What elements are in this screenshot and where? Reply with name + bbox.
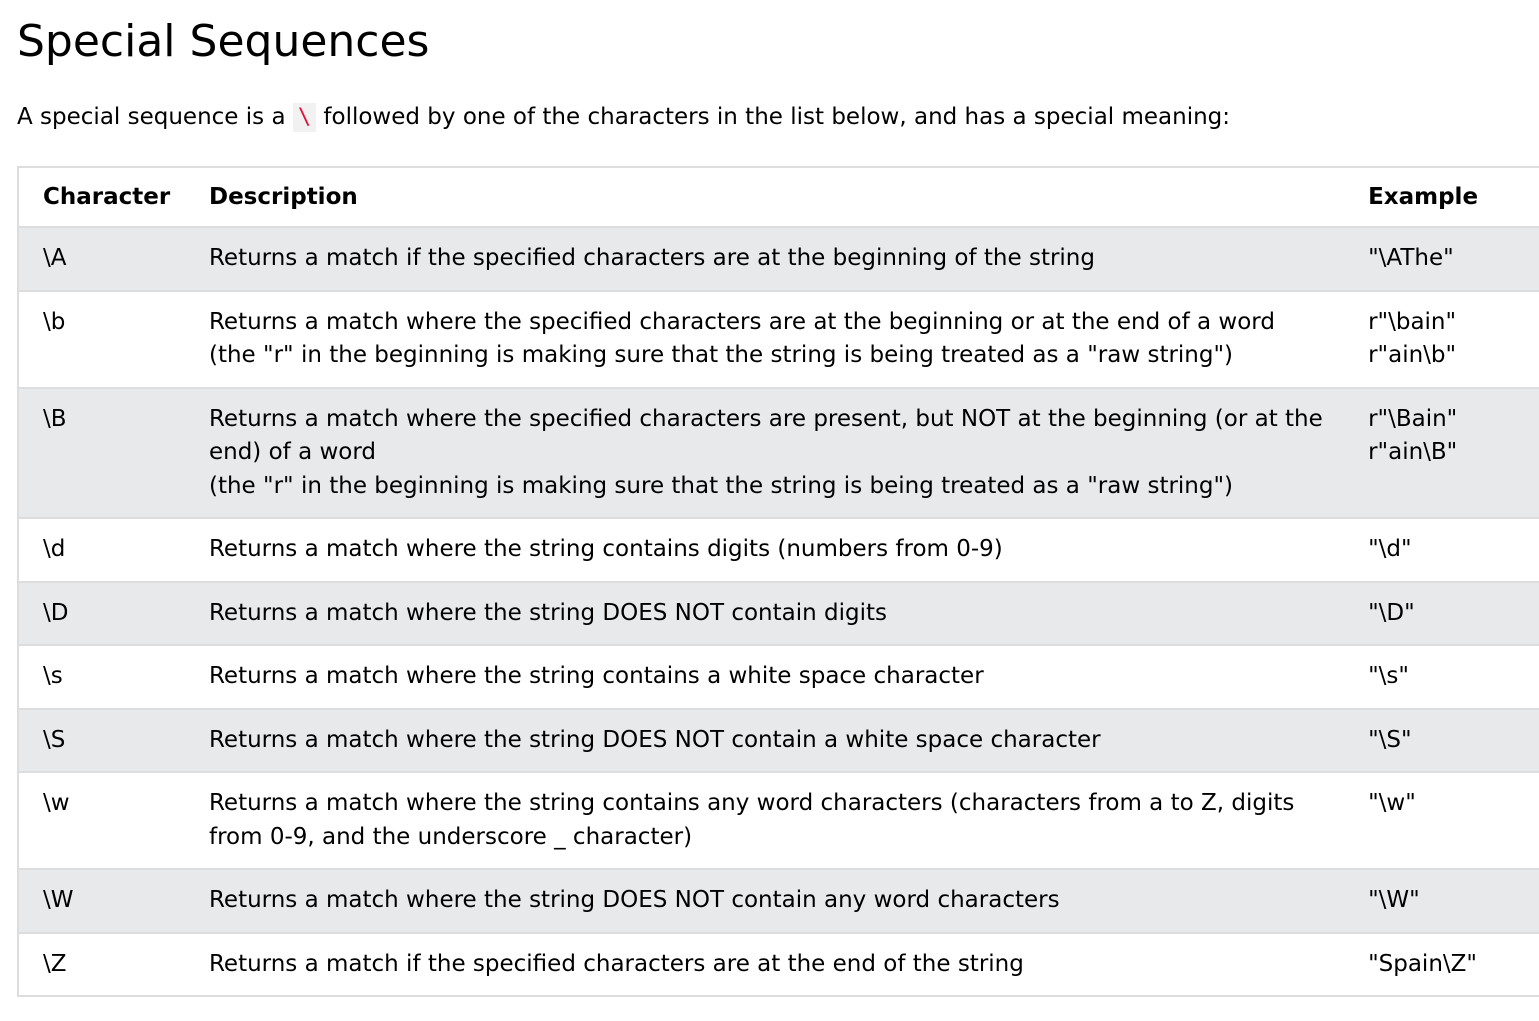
table-row: \W Returns a match where the string DOES …: [18, 869, 1539, 933]
table-body: \A Returns a match if the specified chara…: [18, 227, 1539, 996]
example-line: r"ain\b": [1368, 342, 1457, 368]
description-line: Returns a match where the string contain…: [208, 536, 1003, 562]
cell-character: \A: [43, 245, 67, 271]
cell-example: "\d": [1344, 518, 1539, 582]
example-line: "\AThe": [1368, 245, 1454, 271]
cell-character: \W: [43, 887, 74, 913]
description-line: Returns a match where the string DOES NO…: [208, 726, 1101, 753]
example-line: "\d": [1368, 536, 1412, 562]
cell-example: "\s": [1344, 645, 1539, 709]
cell-description: Returns a match where the string DOES NO…: [185, 582, 1344, 646]
description-line: Returns a match where the string DOES NO…: [208, 599, 887, 626]
table-row: \s Returns a match where the string conta…: [18, 645, 1539, 709]
cell-description: Returns a match where the specified char…: [185, 291, 1344, 388]
table-row: \b Returns a match where the specified ch…: [18, 290, 1539, 388]
description-line: (the "r" in the beginning is making sure…: [208, 472, 1234, 499]
description-line: Returns a match if the specified charact…: [208, 245, 1095, 271]
cell-description: Returns a match where the string contain…: [185, 772, 1344, 869]
example-line: "\s": [1368, 663, 1409, 689]
cell-example: "\W": [1344, 869, 1539, 933]
intro-text-after: followed by one of the characters in the…: [316, 104, 1231, 130]
inline-code-backslash: \: [292, 103, 317, 132]
description-line: Returns a match where the specified char…: [208, 308, 1275, 335]
cell-description: Returns a match where the string contain…: [185, 645, 1344, 709]
example-line: "\w": [1368, 790, 1416, 816]
page-content: Special Sequences A special sequence is …: [17, 0, 1539, 997]
example-line: "\D": [1368, 599, 1415, 626]
cell-description: Returns a match if the specified charact…: [185, 227, 1344, 291]
example-line: r"\bain": [1368, 308, 1457, 335]
description-line: Returns a match where the string contain…: [208, 663, 984, 689]
cell-character: \w: [43, 790, 70, 816]
example-line: "\S": [1368, 726, 1412, 753]
page-title: Special Sequences: [17, 16, 430, 67]
table-row: \B Returns a match where the specified ch…: [18, 387, 1539, 519]
example-line: "Spain\Z": [1368, 950, 1477, 977]
cell-example: "Spain\Z": [1344, 933, 1539, 997]
cell-character: \b: [43, 308, 66, 335]
description-line: Returns a match where the string DOES NO…: [208, 887, 1060, 913]
header-example: Example: [1368, 184, 1479, 210]
example-line: r"ain\B": [1368, 439, 1458, 465]
intro-paragraph: A special sequence is a \ followed by on…: [17, 100, 1230, 135]
cell-example: "\D": [1344, 582, 1539, 646]
header-character: Character: [43, 184, 171, 210]
cell-character: \d: [43, 536, 66, 562]
header-description: Description: [208, 184, 358, 210]
table-header-row: Character Description Example: [18, 167, 1539, 227]
cell-example: "\w": [1344, 772, 1539, 869]
cell-description: Returns a match where the string DOES NO…: [185, 869, 1344, 933]
table-row: \d Returns a match where the string conta…: [18, 518, 1539, 582]
cell-example: r"\Bain" r"ain\B": [1344, 388, 1539, 519]
cell-character: \B: [43, 405, 67, 432]
description-line: Returns a match if the specified charact…: [208, 950, 1024, 977]
intro-text-before: A special sequence is a: [17, 104, 293, 130]
example-line: "\W": [1368, 887, 1420, 913]
table-row: \D Returns a match where the string DOES …: [18, 581, 1539, 646]
description-line: (the "r" in the beginning is making sure…: [208, 342, 1234, 368]
table-row: \Z Returns a match if the specified chara…: [18, 932, 1539, 997]
cell-description: Returns a match where the specified char…: [185, 388, 1344, 519]
cell-example: "\AThe": [1344, 227, 1539, 291]
description-line: Returns a match where the string contain…: [208, 790, 1295, 850]
cell-example: "\S": [1344, 709, 1539, 773]
cell-description: Returns a match where the string DOES NO…: [185, 709, 1344, 773]
cell-character: \S: [43, 726, 66, 753]
special-sequences-table: Character Description Example \A Returns …: [17, 166, 1539, 997]
cell-description: Returns a match if the specified charact…: [185, 933, 1344, 997]
table-row: \w Returns a match where the string conta…: [18, 772, 1539, 869]
cell-description: Returns a match where the string contain…: [185, 518, 1344, 582]
cell-character: \D: [43, 599, 69, 626]
cell-example: r"\bain" r"ain\b": [1344, 291, 1539, 388]
cell-character: \Z: [43, 950, 67, 977]
description-line: Returns a match where the specified char…: [208, 405, 1323, 466]
cell-character: \s: [43, 663, 63, 689]
table-row: \S Returns a match where the string DOES …: [18, 708, 1539, 773]
example-line: r"\Bain": [1368, 405, 1458, 432]
table-row: \A Returns a match if the specified chara…: [18, 227, 1539, 291]
